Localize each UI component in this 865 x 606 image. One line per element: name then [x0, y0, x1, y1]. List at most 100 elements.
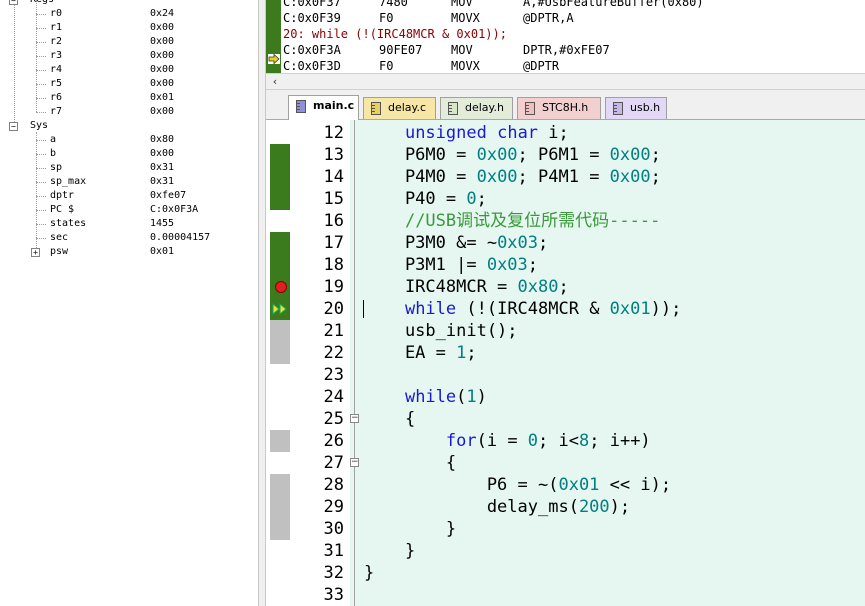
code-line[interactable]: 28 P6 = ~(0x01 << i); [266, 474, 865, 496]
register-row[interactable]: sec 0.00004157 [0, 231, 258, 245]
register-value[interactable]: 0x00 [150, 147, 174, 161]
register-value[interactable]: 0x31 [150, 161, 174, 175]
code-line[interactable]: 23 [266, 364, 865, 386]
code-number: 0x01 [558, 475, 600, 495]
code-line[interactable]: 26 for(i = 0; i<8; i++) [266, 430, 865, 452]
breakpoint-icon[interactable] [275, 281, 287, 293]
code-line[interactable]: 12 unsigned char i; [266, 122, 865, 144]
register-name: r1 [50, 22, 63, 33]
disassembly-line[interactable]: C:0x0F37 7480 MOV A,#UsbFeatureBuffer(0x80) [283, 0, 863, 10]
tab-label: main.c [313, 99, 355, 112]
register-value[interactable]: 0x24 [150, 7, 174, 21]
register-value[interactable]: 0x80 [150, 133, 174, 147]
expand-toggle-icon[interactable]: + [31, 248, 40, 257]
source-line[interactable]: 20: while (!(IRC48MCR & 0x01)); [283, 26, 863, 42]
register-row[interactable]: r4 0x00 [0, 63, 258, 77]
tab-usb-h[interactable]: usb.h [605, 97, 667, 119]
code-line[interactable]: 27− { [266, 452, 865, 474]
line-number: 28 [323, 475, 344, 495]
code-line[interactable]: 21 usb_init(); [266, 320, 865, 342]
tree-connector [36, 14, 46, 15]
register-value[interactable]: 0x00 [150, 49, 174, 63]
register-value[interactable]: 0x31 [150, 175, 174, 189]
register-name: PC $ [50, 204, 75, 215]
code-line[interactable]: 19 IRC48MCR = 0x80; [266, 276, 865, 298]
code-line[interactable]: 33 [266, 584, 865, 606]
register-row[interactable]: + psw 0x01 [0, 245, 258, 259]
code-line[interactable]: 25− { [266, 408, 865, 430]
code-editor[interactable]: 12 unsigned char i; 13 P6M0 = 0x00; P6M1 … [266, 120, 865, 606]
register-row[interactable]: sp_max 0x31 [0, 175, 258, 189]
register-value[interactable]: 0x00 [150, 63, 174, 77]
register-row[interactable]: r2 0x00 [0, 35, 258, 49]
address: C:0x0F39 [283, 11, 341, 25]
code-line[interactable]: 14 P4M0 = 0x00; P4M1 = 0x00; [266, 166, 865, 188]
register-value[interactable]: 0x00 [150, 35, 174, 49]
register-value[interactable]: 1455 [150, 217, 174, 231]
register-row[interactable]: r7 0x00 [0, 105, 258, 119]
tree-connector [36, 84, 46, 85]
register-value[interactable]: 0xfe07 [150, 189, 186, 203]
register-value[interactable]: C:0x0F3A [150, 203, 198, 217]
register-name: r5 [50, 78, 63, 89]
code-line[interactable]: 13 P6M0 = 0x00; P6M1 = 0x00; [266, 144, 865, 166]
tab-delay-c[interactable]: delay.c [363, 97, 436, 119]
register-value[interactable]: 0x00 [150, 21, 174, 35]
register-row[interactable]: r5 0x00 [0, 77, 258, 91]
collapse-toggle-icon[interactable]: − [9, 122, 18, 131]
register-row[interactable]: r6 0x01 [0, 91, 258, 105]
coverage-marker [270, 386, 290, 408]
register-row[interactable]: r0 0x24 [0, 7, 258, 21]
code-line[interactable]: 30 } [266, 518, 865, 540]
register-row[interactable]: r1 0x00 [0, 21, 258, 35]
disassembly-line[interactable]: C:0x0F39 F0 MOVX @DPTR,A [283, 10, 863, 26]
coverage-marker [270, 342, 290, 364]
fold-collapse-icon[interactable]: − [350, 414, 359, 423]
code-line[interactable]: 22 EA = 1; [266, 342, 865, 364]
coverage-marker [270, 474, 290, 496]
disassembly-line[interactable]: C:0x0F3A 90FE07 MOV DPTR,#0xFE07 [283, 42, 863, 58]
mnemonic: MOV [451, 0, 473, 9]
tab-main-c[interactable]: main.c [288, 95, 359, 120]
register-row[interactable]: dptr 0xfe07 [0, 189, 258, 203]
code-line[interactable]: 29 delay_ms(200); [266, 496, 865, 518]
code-line[interactable]: 32} [266, 562, 865, 584]
register-row[interactable]: states 1455 [0, 217, 258, 231]
code-line[interactable]: 18 P3M1 |= 0x03; [266, 254, 865, 276]
register-value[interactable]: 0x01 [150, 245, 174, 259]
tab-stc8h-h[interactable]: STC8H.h [517, 97, 601, 119]
register-value[interactable]: 0x00 [150, 105, 174, 119]
disassembly-horizontal-scrollbar[interactable]: ‹ [266, 73, 865, 90]
code-line[interactable]: 31 } [266, 540, 865, 562]
code-line[interactable]: 20 while (!(IRC48MCR & 0x01)); [266, 298, 865, 320]
register-row[interactable]: PC $ C:0x0F3A [0, 203, 258, 217]
register-row[interactable]: a 0x80 [0, 133, 258, 147]
register-row[interactable]: b 0x00 [0, 147, 258, 161]
code-text: EA = 1; [364, 343, 477, 363]
register-row[interactable]: sp 0x31 [0, 161, 258, 175]
tree-group-regs[interactable]: − Regs [0, 0, 258, 7]
panel-splitter[interactable] [258, 0, 266, 606]
tab-delay-h[interactable]: delay.h [440, 97, 513, 119]
disassembly-line[interactable]: C:0x0F3D F0 MOVX @DPTR [283, 58, 863, 73]
tree-connector [36, 224, 46, 225]
line-number: 18 [323, 255, 344, 275]
code-line[interactable]: 16 //USB调试及复位所需代码----- [266, 210, 865, 232]
line-number: 30 [323, 519, 344, 539]
collapse-toggle-icon[interactable]: − [9, 0, 18, 5]
tree-group-sys[interactable]: − Sys [0, 119, 258, 133]
register-value[interactable]: 0.00004157 [150, 231, 210, 245]
coverage-marker [270, 320, 290, 342]
code-line[interactable]: 15 P40 = 0; [266, 188, 865, 210]
code-comment: //USB调试及复位所需代码----- [404, 211, 661, 231]
scroll-left-arrow-icon[interactable]: ‹ [268, 75, 282, 88]
register-value[interactable]: 0x00 [150, 77, 174, 91]
register-row[interactable]: r3 0x00 [0, 49, 258, 63]
code-number: 0 [466, 189, 477, 209]
fold-collapse-icon[interactable]: − [350, 458, 359, 467]
code-text: P6 = ~(0x01 << i); [364, 475, 672, 495]
line-number: 33 [323, 585, 344, 605]
code-line[interactable]: 17 P3M0 &= ~0x03; [266, 232, 865, 254]
code-line[interactable]: 24 while(1) [266, 386, 865, 408]
register-value[interactable]: 0x01 [150, 91, 174, 105]
